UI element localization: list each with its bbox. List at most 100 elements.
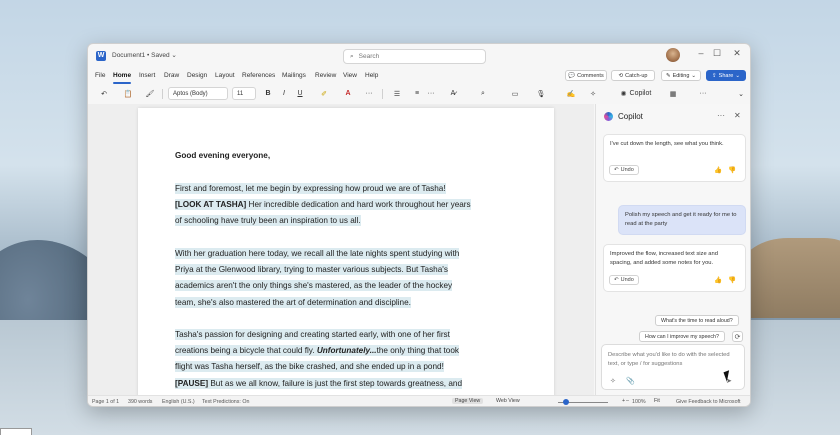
comments-button[interactable]: 💬 Comments (565, 70, 607, 81)
text-predictions[interactable]: Text Predictions: On (202, 399, 249, 405)
copilot-toolbar-button[interactable]: ✺ Copilot (616, 87, 656, 100)
minimize-icon[interactable]: – (694, 48, 708, 58)
table-icon[interactable]: ▦ (666, 87, 680, 100)
more-icon[interactable]: ··· (426, 87, 436, 100)
suggestion-read-aloud[interactable]: What's the time to read aloud? (655, 315, 739, 326)
undo-icon[interactable]: ↶ (96, 87, 112, 100)
close-icon[interactable]: ✕ (730, 48, 744, 59)
sensitivity-icon[interactable]: ▭ (508, 87, 522, 100)
paragraph-2: With her graduation here today, we recal… (175, 246, 485, 311)
zoom-out-icon[interactable]: – (626, 398, 629, 404)
menu-insert[interactable]: Insert (139, 72, 155, 79)
undo-label: Undo (620, 167, 634, 173)
bullets-icon[interactable]: ☰ (390, 87, 404, 100)
greeting-line: Good evening everyone, (175, 148, 485, 164)
undo-button[interactable]: ↶ Undo (609, 165, 639, 175)
ribbon-collapse-icon[interactable]: ⌄ (736, 87, 746, 100)
styles-icon[interactable]: A̷ (446, 87, 460, 100)
page-count: Page 1 of 1 (92, 399, 120, 405)
undo-label: Undo (620, 277, 634, 283)
sparkle-prompts-icon[interactable]: ✧ (610, 377, 616, 385)
thumbs-down-icon[interactable]: 👎 (728, 166, 736, 174)
document-page[interactable]: Good evening everyone, First and foremos… (138, 108, 554, 395)
menu-view[interactable]: View (343, 72, 357, 79)
pen-icon: ✎ (665, 72, 671, 79)
thumbs-down-icon[interactable]: 👎 (728, 276, 736, 284)
designer-icon[interactable]: ✧ (586, 87, 600, 100)
toolbar-divider (162, 89, 163, 99)
zoom-level[interactable]: 100% (632, 399, 646, 405)
maximize-icon[interactable]: ☐ (710, 48, 724, 59)
underline-button[interactable]: U (294, 87, 306, 100)
copilot-prompt-input[interactable] (608, 351, 738, 373)
catchup-label: Catch-up (625, 72, 648, 79)
close-pane-icon[interactable]: ✕ (734, 111, 741, 120)
p2-line-2: Priya at the Glenwood library, trying to… (175, 264, 448, 276)
font-color-icon[interactable]: A (341, 87, 355, 100)
share-button[interactable]: ⇪ Share ⌄ (706, 70, 746, 81)
p2-line-1: With her graduation here today, we recal… (175, 248, 460, 259)
suggestion-improve-speech[interactable]: How can I improve my speech? (639, 331, 725, 342)
more-icon[interactable]: ··· (362, 87, 376, 100)
find-icon[interactable]: ⌕ (476, 87, 490, 100)
font-size-dropdown[interactable]: 11 (232, 87, 256, 100)
editing-label: Editing (672, 72, 690, 79)
menu-help[interactable]: Help (365, 72, 378, 79)
undo-button[interactable]: ↶ Undo (609, 275, 639, 285)
menu-layout[interactable]: Layout (215, 72, 235, 79)
attach-icon[interactable]: 📎 (626, 377, 635, 385)
refresh-suggestions-icon[interactable]: ⟳ (732, 331, 743, 342)
comments-label: Comments (577, 72, 604, 79)
bold-button[interactable]: B (262, 87, 274, 100)
avatar[interactable] (666, 48, 680, 62)
dictate-icon[interactable]: 🎙 (534, 87, 548, 100)
title-bar: W Document1 • Saved ⌄ ⌕ Search – ☐ ✕ (88, 44, 750, 68)
toolbar-divider (382, 89, 383, 99)
font-name-dropdown[interactable]: Aptos (Body) (168, 87, 228, 100)
menu-design[interactable]: Design (187, 72, 207, 79)
italic-button[interactable]: I (278, 87, 290, 100)
menu-home[interactable]: Home (113, 72, 131, 79)
search-placeholder: Search (358, 53, 380, 60)
message-text: I've cut down the length, see what you t… (610, 141, 724, 147)
fit-button[interactable]: Fit (654, 398, 660, 404)
menu-draw[interactable]: Draw (164, 72, 179, 79)
thumbs-up-icon[interactable]: 👍 (714, 166, 722, 174)
copilot-toolbar-label: Copilot (629, 90, 652, 97)
zoom-slider-thumb[interactable] (563, 399, 569, 405)
p3-line-2b: the only thing that took (376, 346, 459, 356)
paste-icon[interactable]: 📋 (120, 87, 136, 100)
page-view-button[interactable]: Page View (452, 398, 484, 404)
message-text: Improved the flow, increased text size a… (610, 251, 718, 266)
menu-review[interactable]: Review (315, 72, 336, 79)
more-icon[interactable]: ··· (696, 87, 710, 100)
document-title[interactable]: Document1 • Saved ⌄ (112, 51, 177, 59)
thumbs-up-icon[interactable]: 👍 (714, 276, 722, 284)
feedback-link[interactable]: Give Feedback to Microsoft (676, 399, 740, 405)
format-painter-icon[interactable]: 🖌 (144, 87, 156, 100)
zoom-in-icon[interactable]: + (622, 398, 625, 404)
menu-mailings[interactable]: Mailings (282, 72, 306, 79)
p1-line-3: of schooling have truly been an inspirat… (175, 215, 361, 227)
editor-icon[interactable]: ✍ (564, 87, 578, 100)
editing-button[interactable]: ✎ Editing ⌄ (661, 70, 701, 81)
language[interactable]: English (U.S.) (162, 399, 195, 405)
word-logo-icon: W (96, 51, 106, 61)
word-count: 390 words (128, 399, 153, 405)
p3-line-4: But as we all know, failure is just the … (208, 378, 462, 388)
more-options-icon[interactable]: ··· (717, 111, 725, 120)
search-box[interactable]: ⌕ Search (343, 49, 486, 64)
document-canvas: Good evening everyone, First and foremos… (88, 104, 594, 395)
copilot-pane: Copilot ··· ✕ I've cut down the length, … (595, 104, 750, 395)
menu-references[interactable]: References (242, 72, 275, 79)
align-icon[interactable]: ≡ (410, 87, 424, 100)
share-icon: ⇪ (712, 72, 717, 79)
menu-file[interactable]: File (95, 72, 105, 79)
copilot-input-box[interactable]: ✧ 📎 ➤ (601, 344, 745, 390)
catchup-button[interactable]: ⟲ Catch-up (611, 70, 655, 81)
message-text: Polish my speech and get it ready for me… (625, 212, 737, 227)
share-label: Share (718, 72, 734, 79)
undo-icon: ↶ (614, 167, 619, 173)
highlight-icon[interactable]: ✐ (317, 87, 331, 100)
web-view-button[interactable]: Web View (496, 398, 520, 404)
